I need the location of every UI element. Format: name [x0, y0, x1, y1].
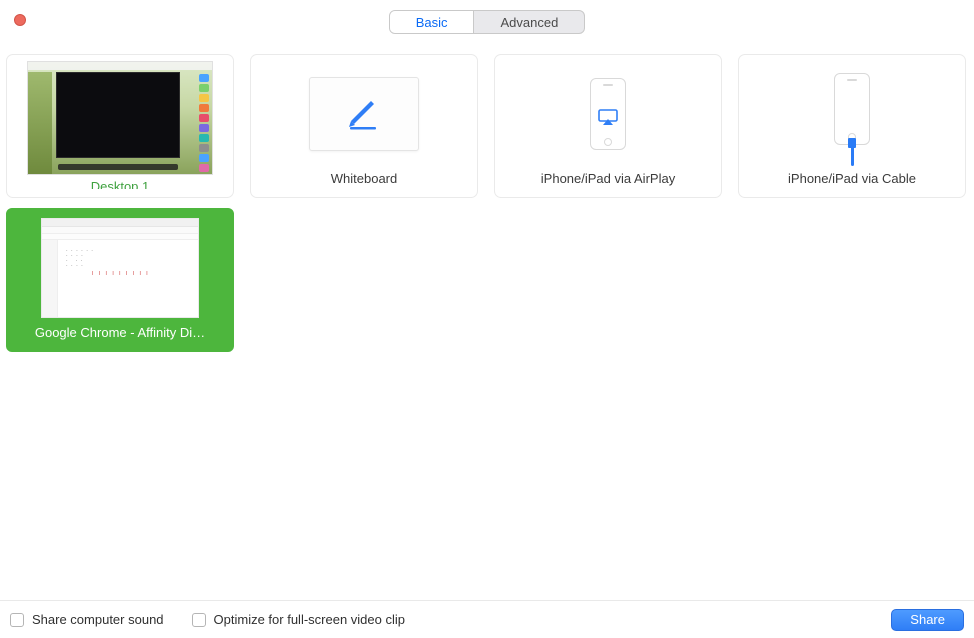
pencil-icon — [347, 97, 381, 131]
source-chrome-window[interactable]: · · · · · ·· · · ·· · ·· · · · I I I I I… — [6, 208, 234, 352]
source-thumbnail: · · · · · ·· · · ·· · ·· · · · I I I I I… — [15, 215, 225, 321]
share-sources-grid: Desktop 1 Whiteboard — [0, 44, 974, 352]
source-thumbnail — [747, 61, 957, 167]
optimize-video-checkbox[interactable]: Optimize for full-screen video clip — [192, 612, 405, 627]
whiteboard-icon-card — [309, 77, 419, 151]
source-thumbnail — [259, 61, 469, 167]
checkbox-label: Share computer sound — [32, 612, 164, 627]
cable-icon — [849, 138, 855, 166]
checkbox-box — [10, 613, 24, 627]
source-label: iPhone/iPad via Cable — [747, 171, 957, 186]
phone-outline-icon — [834, 73, 870, 145]
source-iphone-cable[interactable]: iPhone/iPad via Cable — [738, 54, 966, 198]
share-button[interactable]: Share — [891, 609, 964, 631]
source-label: Whiteboard — [259, 171, 469, 186]
desktop-screenshot — [27, 61, 213, 175]
checkbox-box — [192, 613, 206, 627]
source-label: Desktop 1 — [15, 179, 225, 189]
airplay-icon — [598, 109, 618, 125]
footer-bar: Share computer sound Optimize for full-s… — [0, 600, 974, 638]
source-desktop-1[interactable]: Desktop 1 — [6, 54, 234, 198]
source-label: Google Chrome - Affinity Di… — [15, 325, 225, 340]
tab-basic[interactable]: Basic — [390, 11, 474, 33]
source-thumbnail — [503, 61, 713, 167]
mode-tabs: Basic Advanced — [389, 10, 586, 34]
close-window-button[interactable] — [14, 14, 26, 26]
share-computer-sound-checkbox[interactable]: Share computer sound — [10, 612, 164, 627]
tab-advanced[interactable]: Advanced — [474, 11, 584, 33]
source-whiteboard[interactable]: Whiteboard — [250, 54, 478, 198]
source-label: iPhone/iPad via AirPlay — [503, 171, 713, 186]
phone-outline-icon — [590, 78, 626, 150]
titlebar: Basic Advanced — [0, 0, 974, 44]
window-controls — [14, 14, 26, 26]
chrome-screenshot: · · · · · ·· · · ·· · ·· · · · I I I I I… — [41, 218, 199, 318]
source-iphone-airplay[interactable]: iPhone/iPad via AirPlay — [494, 54, 722, 198]
checkbox-label: Optimize for full-screen video clip — [214, 612, 405, 627]
source-thumbnail — [15, 61, 225, 175]
